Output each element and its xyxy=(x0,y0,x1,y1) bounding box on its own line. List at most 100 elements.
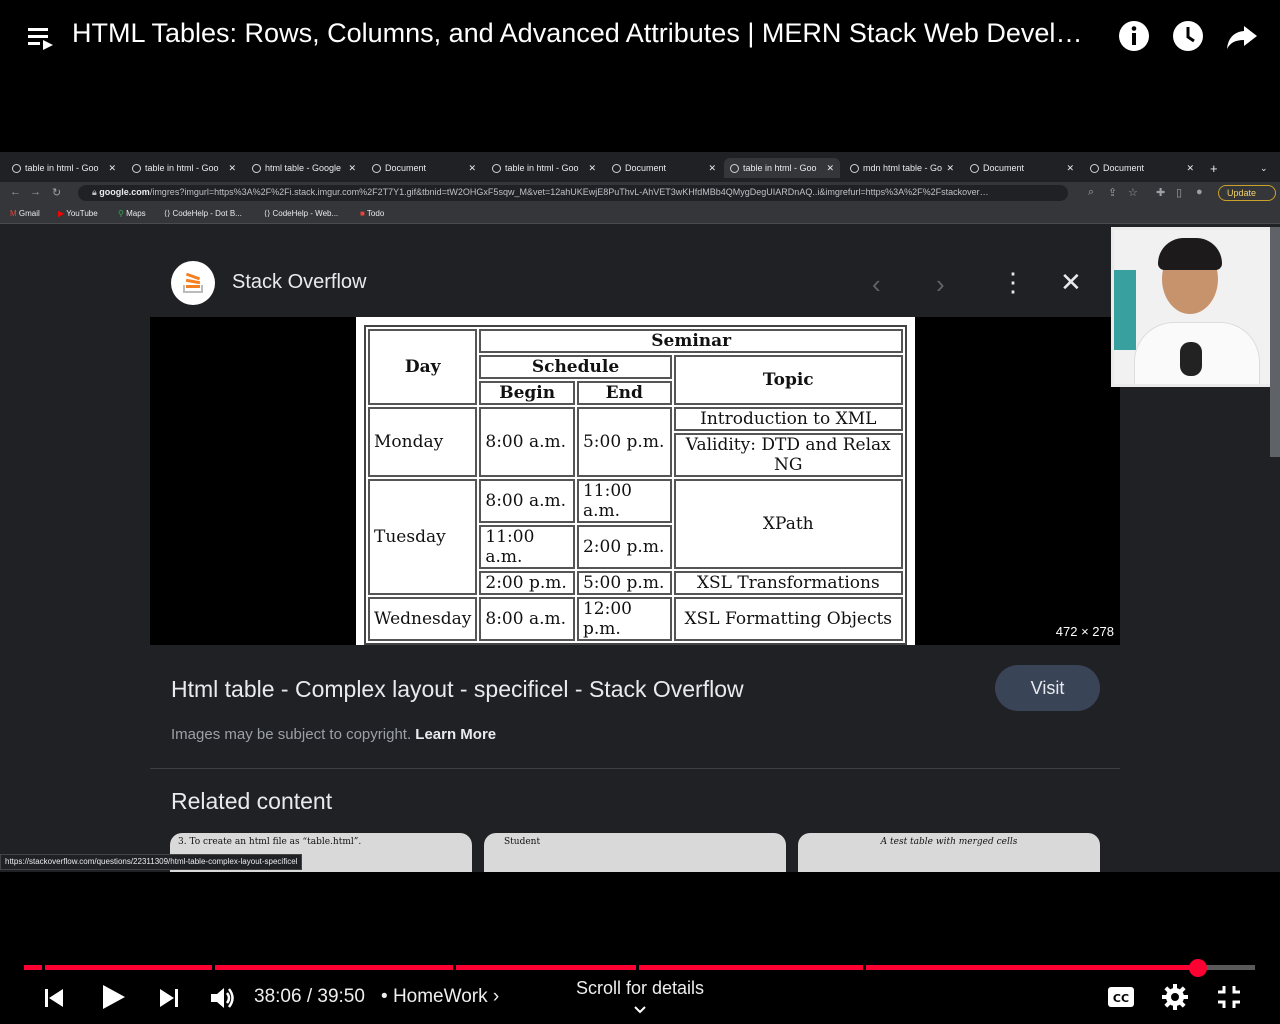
chevron-right-icon: › xyxy=(492,986,500,1007)
url-path: /imgres?imgurl=https%3A%2F%2Fi.stack.img… xyxy=(149,187,989,197)
microphone-icon xyxy=(1180,342,1202,376)
scrubber-handle[interactable] xyxy=(1189,959,1208,977)
browser-tab[interactable]: table in html - Goo ✕ xyxy=(126,158,242,178)
bookmark-label: Todo xyxy=(366,209,385,218)
tab-label: Document xyxy=(1103,163,1145,173)
google-icon xyxy=(132,163,141,173)
chapter-marker xyxy=(453,965,456,970)
browser-tab[interactable]: Document ✕ xyxy=(366,158,482,178)
cell-topic: Validity: DTD and Relax NG xyxy=(673,433,903,477)
close-icon[interactable]: ✕ xyxy=(468,163,476,174)
playlist-icon[interactable] xyxy=(26,24,54,52)
extensions-icon[interactable]: ✚ xyxy=(1156,186,1165,199)
next-icon[interactable]: › xyxy=(936,269,945,300)
address-bar-row: ← → ↻ 🔒︎ google.com/imgres?imgurl=https%… xyxy=(0,182,1280,204)
related-thumbnail[interactable]: Student xyxy=(484,833,786,872)
visit-button[interactable]: Visit xyxy=(995,665,1100,711)
bookmark-todo[interactable]: ■ Todo xyxy=(360,209,384,218)
browser-tab-active[interactable]: table in html - Goo ✕ xyxy=(724,158,840,178)
back-icon[interactable]: ← xyxy=(10,186,21,198)
exit-fullscreen-icon[interactable] xyxy=(1215,983,1243,1011)
browser-tab[interactable]: Document ✕ xyxy=(964,158,1080,178)
close-icon[interactable]: ✕ xyxy=(1060,267,1082,298)
tab-label: html table - Google xyxy=(265,163,342,173)
browser-tab[interactable]: table in html - Goo ✕ xyxy=(6,158,122,178)
browser-tab[interactable]: html table - Google ✕ xyxy=(246,158,362,178)
tab-label: table in html - Goo xyxy=(25,163,99,173)
tab-label: Document xyxy=(983,163,1025,173)
cell-begin: 11:00 a.m. xyxy=(479,525,575,569)
bookmark-maps[interactable]: ⚲ Maps xyxy=(118,209,146,218)
browser-tab[interactable]: Document ✕ xyxy=(1084,158,1200,178)
bookmark-codehelp-web[interactable]: ⟨⟩ CodeHelp - Web... xyxy=(264,209,338,218)
bookmark-codehelp-dotb[interactable]: ⟨⟩ CodeHelp - Dot B... xyxy=(164,209,242,218)
browser-tab[interactable]: mdn html table - Go ✕ xyxy=(844,158,960,178)
info-icon[interactable] xyxy=(1116,18,1152,54)
new-tab-button[interactable]: + xyxy=(1204,158,1226,178)
close-icon[interactable]: ✕ xyxy=(348,163,356,174)
learn-more-link[interactable]: Learn More xyxy=(415,726,496,743)
close-icon[interactable]: ✕ xyxy=(1186,163,1194,174)
cell-topic: XSL Transformations xyxy=(673,571,903,595)
previous-icon[interactable]: ‹ xyxy=(872,269,881,300)
next-video-icon[interactable] xyxy=(157,986,181,1010)
tab-label: table in html - Goo xyxy=(505,163,579,173)
close-icon[interactable]: ✕ xyxy=(588,163,596,174)
previous-video-icon[interactable] xyxy=(42,986,66,1010)
video-frame[interactable]: table in html - Goo ✕ table in html - Goo… xyxy=(0,152,1280,872)
close-icon[interactable]: ✕ xyxy=(228,163,236,174)
tab-label: Document xyxy=(625,163,667,173)
share-page-icon[interactable]: ⇪ xyxy=(1108,186,1117,199)
url-bar[interactable]: 🔒︎ google.com/imgres?imgurl=https%3A%2F%… xyxy=(78,185,1068,201)
tab-search-icon[interactable]: ⌄ xyxy=(1254,158,1274,178)
result-title[interactable]: Html table - Complex layout - specificel… xyxy=(171,676,744,703)
close-icon[interactable]: ✕ xyxy=(946,163,954,174)
gmail-icon: M xyxy=(10,209,17,218)
forward-icon[interactable]: → xyxy=(30,186,41,198)
progress-bar[interactable] xyxy=(24,959,1255,977)
chapter-separator: • xyxy=(381,986,388,1007)
thumbnail-text: Student xyxy=(504,837,541,847)
play-icon[interactable] xyxy=(98,982,128,1012)
thumbnail-text: A test table with merged cells xyxy=(880,837,1018,847)
bookmark-youtube[interactable]: ▶ YouTube xyxy=(58,209,98,218)
close-icon[interactable]: ✕ xyxy=(1066,163,1074,174)
cell-end: 2:00 p.m. xyxy=(576,525,672,569)
video-title[interactable]: HTML Tables: Rows, Columns, and Advanced… xyxy=(72,18,1092,49)
image-preview[interactable]: Day Seminar Schedule Topic Begin End Mon… xyxy=(150,317,1120,645)
page-scrollbar[interactable] xyxy=(1270,227,1280,457)
watch-later-icon[interactable] xyxy=(1170,18,1206,54)
more-options-icon[interactable]: ⋮ xyxy=(1000,267,1026,298)
google-icon xyxy=(730,163,739,173)
reload-icon[interactable]: ↻ xyxy=(52,186,61,199)
close-icon[interactable]: ✕ xyxy=(108,163,116,174)
close-icon[interactable]: ✕ xyxy=(708,163,716,174)
youtube-icon: ▶ xyxy=(58,209,65,218)
captions-icon[interactable]: CC xyxy=(1107,984,1135,1010)
profile-icon[interactable]: ● xyxy=(1196,186,1203,198)
cell-topic: XSL Formatting Objects xyxy=(673,597,903,641)
zoom-icon[interactable]: ⌕ xyxy=(1088,186,1094,199)
close-icon[interactable]: ✕ xyxy=(826,163,834,174)
presenter-webcam xyxy=(1111,227,1273,387)
browser-tab[interactable]: table in html - Goo ✕ xyxy=(486,158,602,178)
related-thumbnail[interactable]: A test table with merged cells xyxy=(798,833,1100,872)
settings-gear-icon[interactable] xyxy=(1161,983,1189,1011)
volume-icon[interactable] xyxy=(208,984,236,1012)
link-status-bar: https://stackoverflow.com/questions/2231… xyxy=(0,854,303,870)
cell-day: Tuesday xyxy=(368,479,478,595)
chapter-marker xyxy=(863,965,866,970)
share-icon[interactable] xyxy=(1224,18,1260,54)
star-icon[interactable]: ☆ xyxy=(1128,186,1138,199)
browser-tab[interactable]: Document ✕ xyxy=(606,158,722,178)
globe-icon xyxy=(612,163,621,173)
bookmark-label: Gmail xyxy=(18,209,40,218)
update-button[interactable]: Update xyxy=(1218,185,1276,201)
source-name[interactable]: Stack Overflow xyxy=(232,271,366,294)
bookmark-gmail[interactable]: M Gmail xyxy=(10,209,40,218)
chevron-down-icon xyxy=(634,1006,646,1014)
chapter-label[interactable]: • HomeWork › xyxy=(381,986,499,1008)
codehelp-icon: ⟨⟩ xyxy=(264,209,271,218)
sidepanel-icon[interactable]: ▯ xyxy=(1176,186,1182,199)
scroll-for-details[interactable]: Scroll for details xyxy=(560,978,720,1020)
